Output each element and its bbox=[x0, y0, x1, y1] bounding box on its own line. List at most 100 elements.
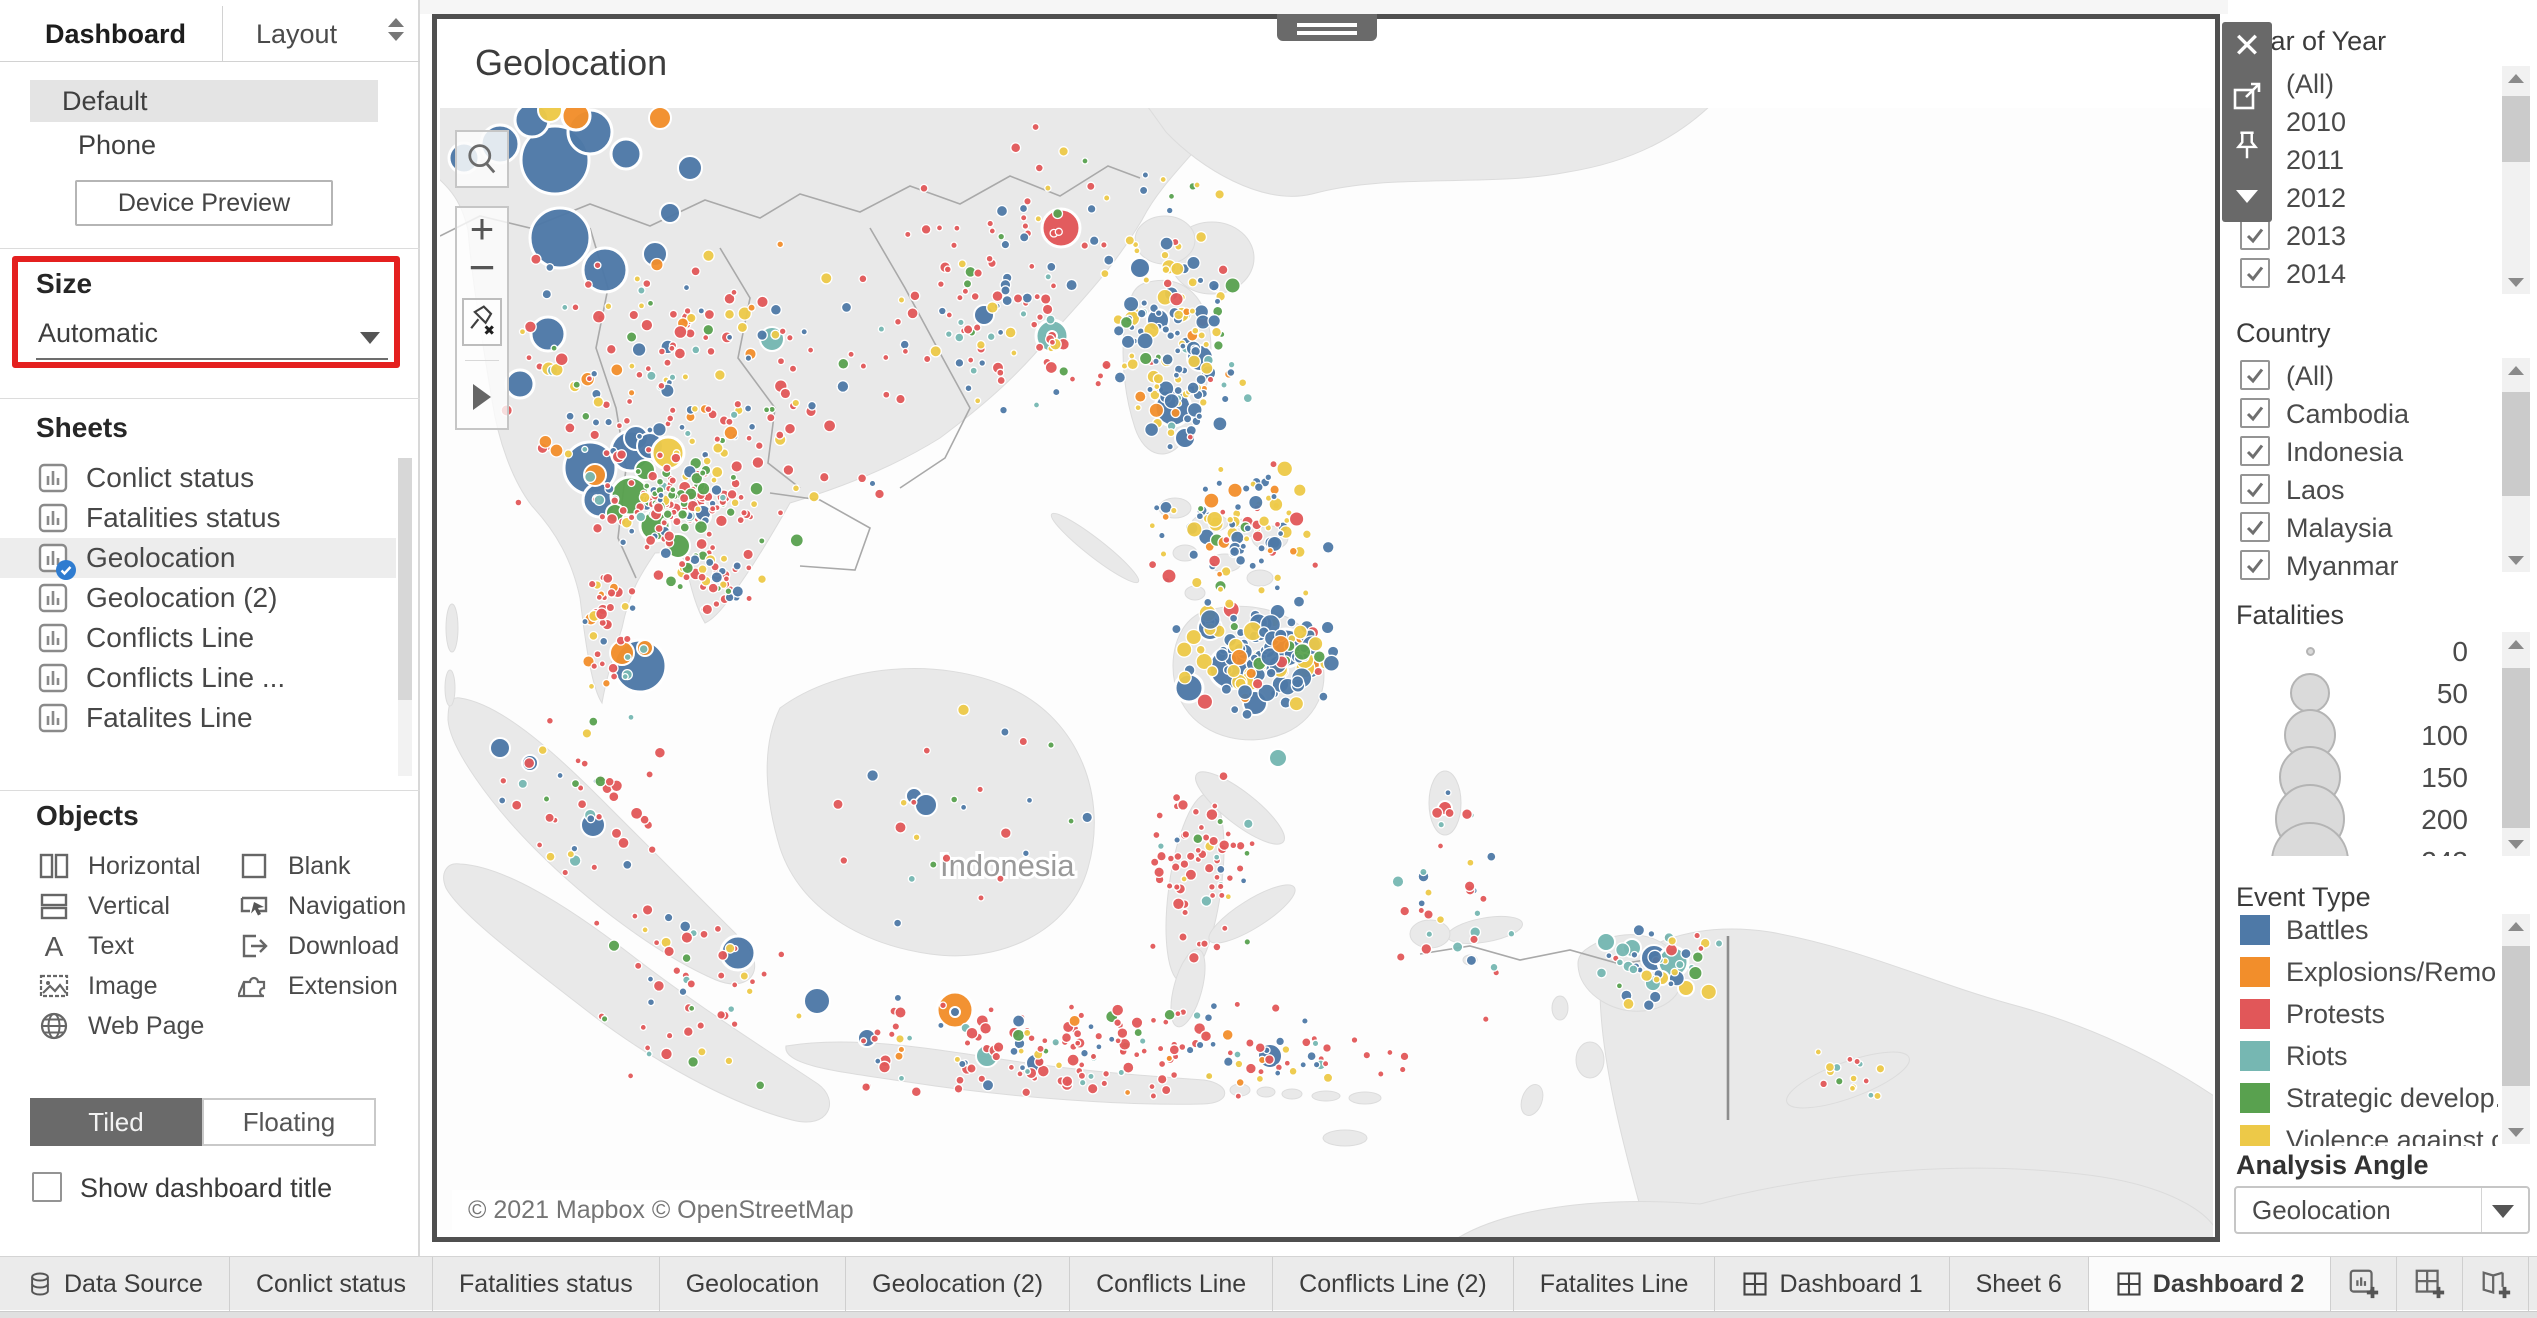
sheet-tab-sheet-6[interactable]: Sheet 6 bbox=[1950, 1257, 2089, 1311]
filter-checkbox[interactable] bbox=[2240, 550, 2270, 580]
sheet-tab-dashboard-1[interactable]: Dashboard 1 bbox=[1715, 1257, 1949, 1311]
sheet-list-item[interactable]: Geolocation (2) bbox=[0, 578, 396, 618]
analysis-angle-dropdown[interactable]: Geolocation bbox=[2234, 1186, 2530, 1234]
year-scrollbar[interactable] bbox=[2502, 66, 2530, 294]
map-search-button[interactable] bbox=[455, 130, 509, 188]
worksheet-icon bbox=[38, 463, 68, 493]
size-legend-value: 50 bbox=[2388, 678, 2468, 710]
floating-button[interactable]: Floating bbox=[202, 1098, 376, 1146]
map-pin-reset-button[interactable] bbox=[462, 298, 502, 346]
fatalities-scrollbar[interactable] bbox=[2502, 632, 2530, 856]
sheet-list-item[interactable]: Conflicts Line ... bbox=[0, 658, 396, 698]
sheet-tab-conlict-status[interactable]: Conlict status bbox=[230, 1257, 433, 1311]
pane-sort-icon[interactable] bbox=[388, 18, 406, 50]
new-story-button[interactable] bbox=[2463, 1257, 2529, 1311]
new-worksheet-button[interactable] bbox=[2331, 1257, 2397, 1311]
size-dropdown[interactable]: Automatic bbox=[38, 318, 388, 356]
worksheet-icon bbox=[38, 503, 68, 533]
filter-checkbox[interactable] bbox=[2240, 220, 2270, 250]
filter-item-label: Laos bbox=[2286, 472, 2345, 508]
sheet-tab-data-source[interactable]: Data Source bbox=[0, 1257, 230, 1311]
legend-color-swatch bbox=[2240, 999, 2270, 1029]
sheet-tab-geolocation[interactable]: Geolocation bbox=[660, 1257, 846, 1311]
sheet-tab-bar: Data SourceConlict statusFatalities stat… bbox=[0, 1256, 2537, 1310]
filter-item-label: 2012 bbox=[2286, 180, 2346, 216]
event-type-legend-item[interactable]: Battles bbox=[2240, 912, 2498, 950]
legend-color-swatch bbox=[2240, 915, 2270, 945]
legend-item-label: Battles bbox=[2286, 912, 2369, 948]
event-type-scrollbar[interactable] bbox=[2502, 914, 2530, 1144]
scrollbar-thumb[interactable] bbox=[2502, 946, 2530, 1086]
sheet-tab-dashboard-2[interactable]: Dashboard 2 bbox=[2089, 1257, 2331, 1311]
filter-item-label: 2010 bbox=[2286, 104, 2346, 140]
sheet-list-item[interactable]: Fatalites Line bbox=[0, 698, 396, 738]
device-phone-item[interactable]: Phone bbox=[30, 124, 378, 166]
sheet-tab-fatalities-status[interactable]: Fatalities status bbox=[433, 1257, 660, 1311]
scroll-down-icon[interactable] bbox=[2502, 832, 2530, 856]
size-legend-circle bbox=[2290, 673, 2330, 713]
scrollbar-thumb[interactable] bbox=[2502, 392, 2530, 496]
tab-layout[interactable]: Layout bbox=[256, 6, 337, 62]
filter-item: 2011 bbox=[2240, 142, 2500, 180]
filter-checkbox[interactable] bbox=[2240, 360, 2270, 390]
size-legend-value: 100 bbox=[2388, 720, 2468, 752]
filter-item: Myanmar bbox=[2240, 548, 2500, 586]
scrollbar-thumb[interactable] bbox=[2502, 96, 2530, 162]
tab-divider bbox=[222, 6, 223, 62]
analysis-angle-value: Geolocation bbox=[2252, 1188, 2391, 1232]
size-legend-circle bbox=[2306, 647, 2315, 656]
close-icon[interactable]: ✕ bbox=[2222, 22, 2272, 70]
filter-item-label: Myanmar bbox=[2286, 548, 2399, 584]
filter-checkbox[interactable] bbox=[2240, 398, 2270, 428]
filter-checkbox[interactable] bbox=[2240, 474, 2270, 504]
filter-checkbox[interactable] bbox=[2240, 512, 2270, 542]
scrollbar-thumb[interactable] bbox=[398, 458, 412, 700]
show-dashboard-title-row: Show dashboard title bbox=[32, 1172, 392, 1206]
map-view[interactable]: Indonesia bbox=[440, 108, 2213, 1237]
map-toolbar: + − bbox=[455, 206, 509, 430]
map-toolbar-expand-button[interactable] bbox=[457, 370, 507, 422]
sheet-list-item[interactable]: Conflicts Line bbox=[0, 618, 396, 658]
event-type-legend-item[interactable]: Protests bbox=[2240, 996, 2498, 1034]
event-type-legend-item[interactable]: Violence against c bbox=[2240, 1122, 2498, 1146]
show-dashboard-title-checkbox[interactable] bbox=[32, 1172, 62, 1202]
sheet-tab-conflicts-line-2-[interactable]: Conflicts Line (2) bbox=[1273, 1257, 1514, 1311]
event-type-legend-item[interactable]: Explosions/Remo.. bbox=[2240, 954, 2498, 992]
show-dashboard-title-label: Show dashboard title bbox=[80, 1172, 332, 1204]
tab-dashboard[interactable]: Dashboard bbox=[45, 6, 186, 62]
sheet-tab-conflicts-line[interactable]: Conflicts Line bbox=[1070, 1257, 1273, 1311]
device-preview-button[interactable]: Device Preview bbox=[75, 180, 333, 226]
sheets-scrollbar[interactable] bbox=[398, 458, 412, 776]
sheet-tab-fatalites-line[interactable]: Fatalites Line bbox=[1514, 1257, 1716, 1311]
event-type-legend-item[interactable]: Strategic develop.. bbox=[2240, 1080, 2498, 1118]
pin-icon[interactable] bbox=[2222, 122, 2272, 170]
sheet-list-item[interactable]: Geolocation bbox=[0, 538, 396, 578]
country-scrollbar[interactable] bbox=[2502, 358, 2530, 572]
tiled-button[interactable]: Tiled bbox=[30, 1098, 202, 1146]
tab-label: Geolocation (2) bbox=[872, 1257, 1043, 1311]
sheet-list-item[interactable]: Fatalities status bbox=[0, 498, 396, 538]
filter-checkbox[interactable] bbox=[2240, 258, 2270, 288]
scroll-up-icon[interactable] bbox=[2502, 914, 2530, 938]
open-in-new-icon[interactable] bbox=[2222, 72, 2272, 120]
scrollbar-thumb[interactable] bbox=[2502, 668, 2530, 828]
scroll-down-icon[interactable] bbox=[2502, 548, 2530, 572]
legend-item-label: Violence against c bbox=[2286, 1122, 2498, 1146]
sheet-tab-geolocation-2-[interactable]: Geolocation (2) bbox=[846, 1257, 1070, 1311]
filter-checkbox[interactable] bbox=[2240, 436, 2270, 466]
blank-icon bbox=[238, 850, 270, 882]
scroll-down-icon[interactable] bbox=[2502, 270, 2530, 294]
sheet-list-item[interactable]: Conlict status bbox=[0, 458, 396, 498]
navigation-icon bbox=[238, 890, 270, 922]
chevron-down-icon[interactable] bbox=[2222, 172, 2272, 220]
scroll-up-icon[interactable] bbox=[2502, 66, 2530, 90]
scroll-up-icon[interactable] bbox=[2502, 632, 2530, 656]
device-default-item[interactable]: Default bbox=[30, 80, 378, 122]
map-attribution: © 2021 Mapbox © OpenStreetMap bbox=[452, 1190, 870, 1230]
event-type-legend-item[interactable]: Riots bbox=[2240, 1038, 2498, 1076]
new-dashboard-button[interactable] bbox=[2397, 1257, 2463, 1311]
zoom-out-button[interactable]: − bbox=[457, 250, 507, 290]
scroll-up-icon[interactable] bbox=[2502, 358, 2530, 382]
zone-drag-handle[interactable] bbox=[1277, 14, 1377, 41]
scroll-down-icon[interactable] bbox=[2502, 1120, 2530, 1144]
